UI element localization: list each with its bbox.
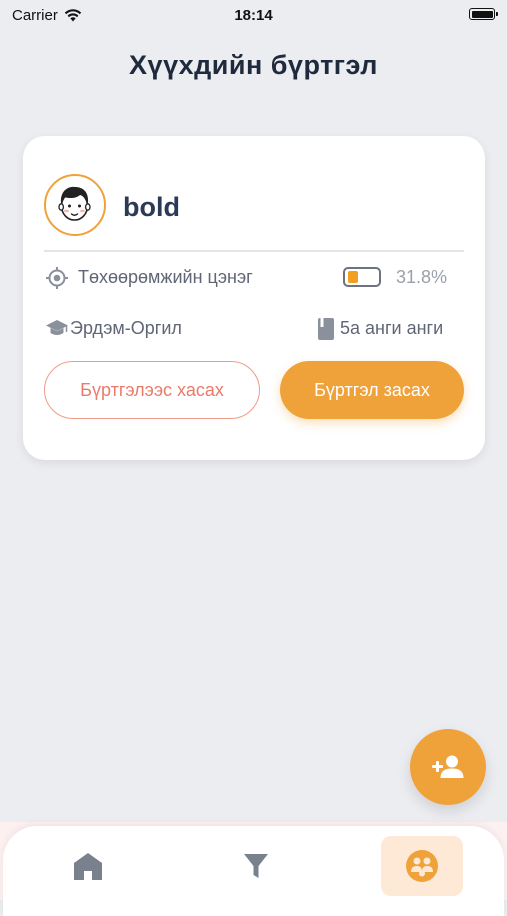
device-battery-level: [348, 271, 358, 283]
card-divider: [44, 250, 464, 252]
child-card: bold Төхөөрөмжийн цэнэг 31.8% Эрдэм-Орги…: [23, 136, 485, 460]
edit-registration-button[interactable]: Бүртгэл засах: [280, 361, 464, 419]
graduation-cap-icon: [46, 320, 68, 335]
tab-children[interactable]: [381, 836, 463, 896]
status-bar: Carrier 18:14: [0, 0, 507, 32]
add-child-button[interactable]: [410, 729, 486, 805]
school-name: Эрдэм-Оргил: [70, 318, 182, 338]
status-time: 18:14: [234, 7, 273, 24]
battery-icon: [469, 8, 498, 20]
child-name: bold: [123, 192, 180, 222]
filter-icon: [244, 854, 268, 878]
tab-home[interactable]: [47, 836, 129, 896]
book-icon: [318, 318, 334, 340]
remove-registration-button[interactable]: Бүртгэлээс хасах: [44, 361, 260, 419]
add-person-icon: [432, 755, 464, 778]
children-icon: [406, 850, 438, 882]
boy-face-icon: [44, 174, 106, 236]
bottom-tab-bar: [0, 822, 507, 916]
device-battery-icon: [343, 267, 381, 287]
device-charge-value: 31.8%: [395, 267, 447, 287]
location-target-icon: [46, 267, 68, 289]
class-name: 5а анги анги: [340, 318, 444, 338]
device-charge-label: Төхөөрөмжийн цэнэг: [78, 267, 253, 287]
tab-filter[interactable]: [215, 836, 297, 896]
home-icon: [74, 853, 102, 880]
page-title: Хүүхдийн бүртгэл: [129, 50, 378, 80]
